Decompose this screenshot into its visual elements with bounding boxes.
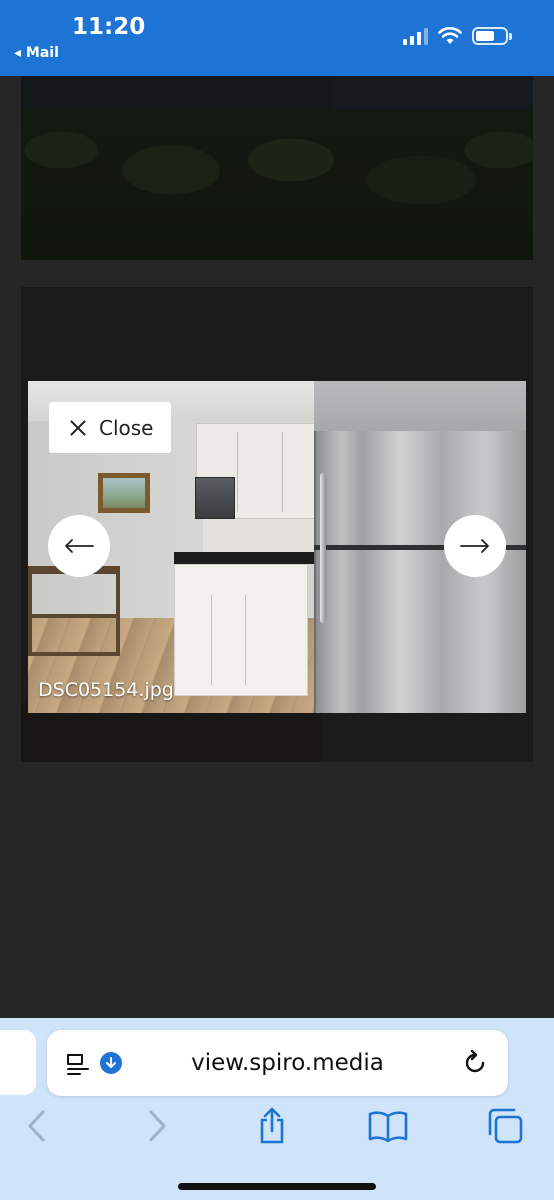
- browser-bottom-bar: view.spiro.media: [0, 1018, 554, 1200]
- address-bar[interactable]: view.spiro.media: [47, 1030, 508, 1096]
- status-bar: 11:20 ◂ Mail: [0, 0, 554, 76]
- wifi-icon: [438, 27, 462, 44]
- image-filename: DSC05154.jpg: [38, 679, 174, 701]
- tabs-button[interactable]: [485, 1106, 525, 1146]
- arrow-right-icon: [460, 539, 489, 553]
- browser-toolbar: [0, 1106, 554, 1150]
- wall-picture: [98, 473, 150, 513]
- back-button[interactable]: [17, 1106, 57, 1146]
- cellular-signal-icon: [403, 27, 428, 45]
- battery-icon: [472, 27, 512, 45]
- bookmarks-button[interactable]: [368, 1106, 408, 1146]
- back-to-mail-link[interactable]: ◂ Mail: [14, 45, 59, 61]
- next-image-button[interactable]: [444, 515, 506, 577]
- home-indicator[interactable]: [178, 1183, 376, 1190]
- previous-tab-peek[interactable]: [0, 1030, 36, 1095]
- forward-button[interactable]: [137, 1106, 177, 1146]
- previous-image-button[interactable]: [48, 515, 110, 577]
- tabs-icon: [488, 1108, 523, 1144]
- arrow-left-icon: [65, 539, 94, 553]
- url-text[interactable]: view.spiro.media: [47, 1050, 508, 1076]
- close-icon: [67, 417, 89, 439]
- background-gallery-photo[interactable]: [21, 76, 533, 260]
- forward-icon: [149, 1110, 166, 1142]
- status-icons: [403, 27, 512, 45]
- back-icon: [28, 1110, 45, 1142]
- close-button[interactable]: Close: [49, 402, 171, 453]
- status-time: 11:20: [72, 14, 146, 40]
- close-label: Close: [99, 415, 154, 440]
- reload-icon[interactable]: [460, 1048, 490, 1078]
- share-button[interactable]: [252, 1106, 292, 1146]
- share-icon: [260, 1107, 284, 1144]
- bookmarks-icon: [368, 1111, 408, 1142]
